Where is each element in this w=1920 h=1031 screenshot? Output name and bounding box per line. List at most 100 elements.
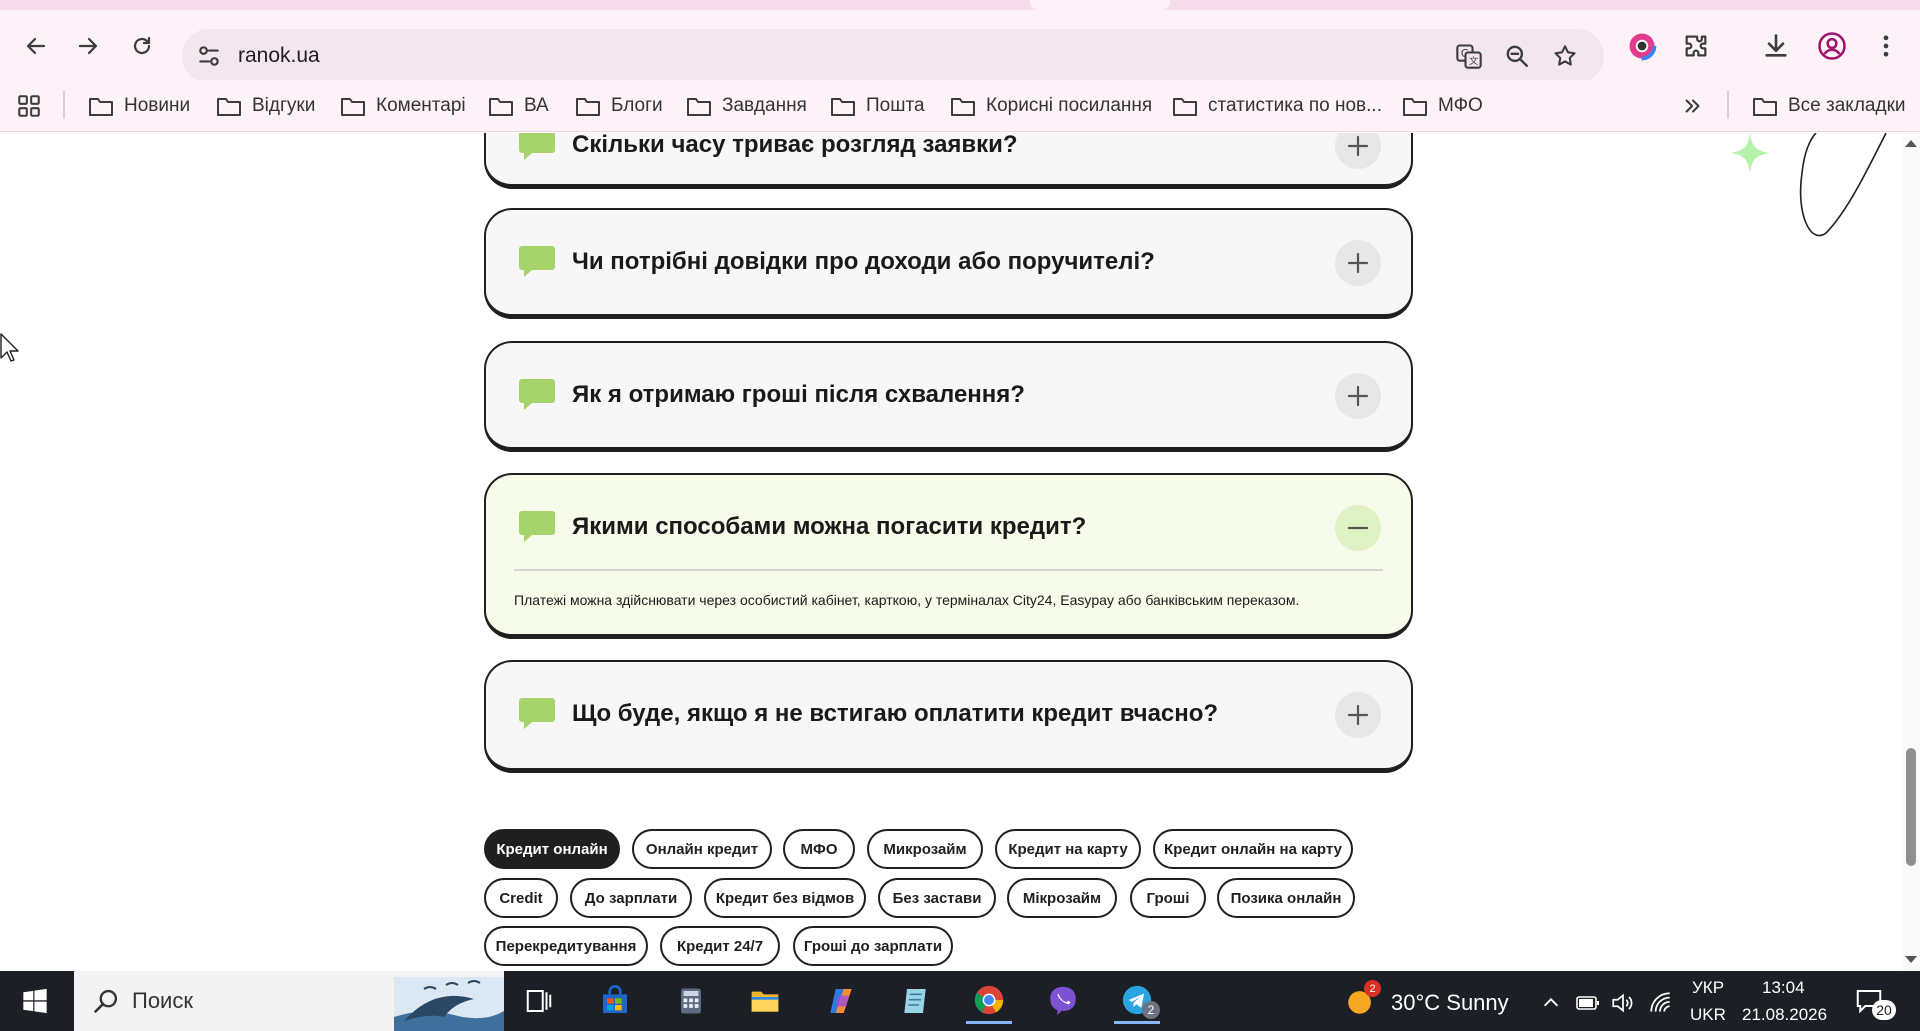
telegram-app[interactable]: 2 <box>1114 978 1160 1024</box>
bookmark-folder[interactable]: статистика по нов... <box>1172 90 1382 122</box>
viber-app[interactable] <box>1040 978 1086 1024</box>
faq-question: Якими способами можна погасити кредит? <box>572 513 1087 540</box>
faq-item[interactable]: Що буде, якщо я не встигаю оплатити кред… <box>484 660 1413 773</box>
volume-icon[interactable] <box>1610 990 1636 1016</box>
mouse-cursor-icon <box>0 333 19 362</box>
url-text[interactable]: ranok.ua <box>238 44 320 68</box>
all-bookmarks-folder[interactable]: Все закладки <box>1752 90 1906 122</box>
tag-chip[interactable]: Кредит на карту <box>995 829 1141 869</box>
tag-chip[interactable]: Онлайн кредит <box>632 829 772 869</box>
dolphin-wallpaper-icon <box>394 977 504 1031</box>
translate-icon[interactable]: G文 <box>1454 41 1484 71</box>
telegram-badge: 2 <box>1142 1001 1160 1019</box>
tag-chip[interactable]: МФО <box>783 829 855 869</box>
tag-chip[interactable]: Кредит без відмов <box>704 878 866 918</box>
input-language-bottom[interactable]: UKR <box>1690 1005 1726 1025</box>
clock-time[interactable]: 13:04 <box>1762 978 1805 998</box>
notes-icon <box>904 989 926 1013</box>
faq-question: Чи потрібні довідки про доходи або поруч… <box>572 248 1155 275</box>
address-bar[interactable]: ranok.ua G文 <box>182 29 1604 83</box>
bookmark-label: Пошта <box>866 95 925 116</box>
tag-chip[interactable]: Микрозайм <box>867 829 983 869</box>
faq-item-expanded[interactable]: Якими способами можна погасити кредит? П… <box>484 473 1413 639</box>
forward-button[interactable] <box>68 26 108 66</box>
profile-icon[interactable] <box>1812 26 1852 66</box>
tag-chip-active[interactable]: Кредит онлайн <box>484 829 620 869</box>
faq-expand-button[interactable] <box>1335 692 1381 738</box>
faq-item[interactable]: Чи потрібні довідки про доходи або поруч… <box>484 208 1413 319</box>
weather-widget-icon[interactable]: 2 <box>1344 980 1381 1020</box>
faq-question: Що буде, якщо я не встигаю оплатити кред… <box>572 700 1219 727</box>
question-bubble-icon <box>519 379 555 410</box>
wifi-icon[interactable] <box>1648 990 1674 1016</box>
bookmark-folder[interactable]: Блоги <box>575 90 663 122</box>
bookmark-folder[interactable]: Новини <box>88 90 190 122</box>
faq-item[interactable]: Скільки часу триває розгляд заявки? <box>484 133 1413 189</box>
tag-chip[interactable]: Кредит 24/7 <box>660 926 780 966</box>
scroll-up-arrow-icon[interactable] <box>1904 137 1918 149</box>
faq-expand-button[interactable] <box>1335 133 1381 169</box>
color-extension-icon[interactable] <box>1622 26 1662 66</box>
start-button[interactable] <box>12 978 58 1024</box>
zoom-icon[interactable] <box>1502 41 1532 71</box>
faq-expand-button[interactable] <box>1335 240 1381 286</box>
folder-icon <box>751 991 779 1012</box>
bookmark-folder[interactable]: МФО <box>1402 90 1483 122</box>
faq-expand-button[interactable] <box>1335 373 1381 419</box>
notes-app[interactable] <box>892 978 938 1024</box>
tag-chip[interactable]: Мікрозайм <box>1007 878 1117 918</box>
scroll-down-arrow-icon[interactable] <box>1904 954 1918 966</box>
bookmarks-divider <box>63 91 65 119</box>
weather-text[interactable]: 30°C Sunny <box>1391 990 1509 1016</box>
download-icon[interactable] <box>1756 26 1796 66</box>
bookmark-label: Новини <box>124 95 191 116</box>
taskbar-search[interactable]: Поиск <box>74 971 504 1031</box>
input-language-top[interactable]: УКР <box>1692 978 1724 998</box>
apps-grid-icon[interactable] <box>16 90 42 122</box>
faq-item[interactable]: Як я отримаю гроші після схвалення? <box>484 341 1413 452</box>
chrome-app[interactable] <box>966 978 1012 1024</box>
more-bookmarks-button[interactable] <box>1682 90 1704 122</box>
reload-button[interactable] <box>122 26 162 66</box>
tag-chip[interactable]: Кредит онлайн на карту <box>1153 829 1353 869</box>
notification-center-button[interactable]: 20 <box>1854 986 1896 1022</box>
windows-icon <box>23 988 47 1014</box>
bookmarks-divider <box>1727 91 1729 119</box>
scroll-thumb[interactable] <box>1906 748 1916 866</box>
copilot-app[interactable] <box>818 978 864 1024</box>
tag-chip[interactable]: Позика онлайн <box>1217 878 1355 918</box>
tag-chip[interactable]: Перекредитування <box>484 926 648 966</box>
folder-icon <box>341 98 365 116</box>
chevron-up-icon[interactable] <box>1540 992 1562 1014</box>
tag-chip[interactable]: Без застави <box>878 878 996 918</box>
bookmark-folder[interactable]: Пошта <box>830 90 925 122</box>
calculator-icon <box>681 988 701 1014</box>
microsoft-store-app[interactable] <box>592 978 638 1024</box>
back-button[interactable] <box>16 26 56 66</box>
menu-kebab-icon[interactable] <box>1866 26 1906 66</box>
bookmark-folder[interactable]: Корисні посилання <box>950 90 1152 122</box>
arrow-left-icon <box>26 37 46 55</box>
bookmark-folder[interactable]: Коментарі <box>340 90 466 122</box>
tag-chip[interactable]: Гроші <box>1130 878 1206 918</box>
calculator-app[interactable] <box>668 978 714 1024</box>
bookmark-star-icon[interactable] <box>1550 41 1580 71</box>
active-tab[interactable] <box>1030 0 1170 10</box>
plus-icon <box>1347 252 1369 274</box>
battery-icon[interactable] <box>1575 992 1601 1014</box>
tag-chip[interactable]: Credit <box>484 878 558 918</box>
faq-divider <box>514 569 1383 571</box>
tag-chip[interactable]: До зарплати <box>570 878 692 918</box>
bookmark-folder[interactable]: Завдання <box>686 90 807 122</box>
extensions-puzzle-icon[interactable] <box>1676 26 1716 66</box>
tag-chip[interactable]: Гроші до зарплати <box>793 926 953 966</box>
loop-decoration-icon <box>1799 133 1887 237</box>
faq-collapse-button[interactable] <box>1335 505 1381 551</box>
task-view-button[interactable] <box>516 978 562 1024</box>
site-info-icon[interactable] <box>196 43 222 74</box>
bookmark-folder[interactable]: ВА <box>488 90 549 122</box>
file-explorer-app[interactable] <box>742 978 788 1024</box>
bookmark-folder[interactable]: Відгуки <box>216 90 315 122</box>
folder-icon <box>489 98 513 116</box>
clock-date[interactable]: 21.08.2026 <box>1742 1005 1827 1025</box>
